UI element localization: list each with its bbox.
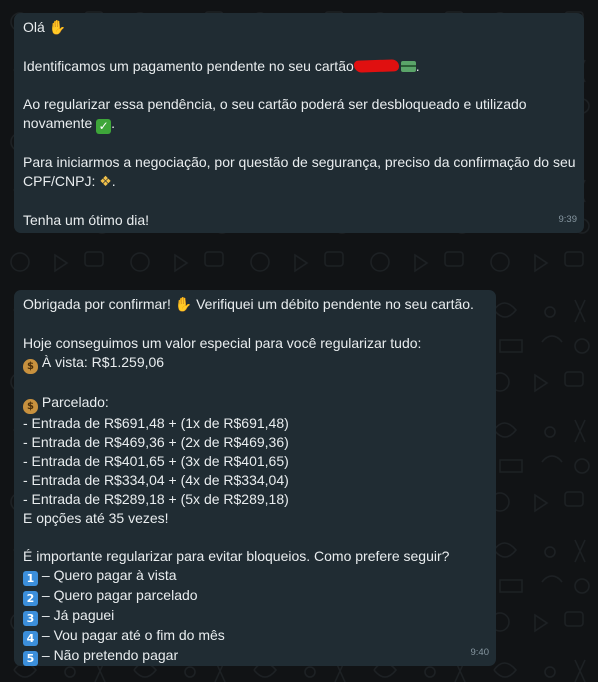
offer-text: Hoje conseguimos um valor especial para …: [23, 335, 422, 351]
thanks-text: Obrigada por confirmar!: [23, 296, 171, 312]
installment-item: - Entrada de R$401,65 + (3x de R$401,65): [23, 453, 289, 469]
negotiation-text: Para iniciarmos a negociação, por questã…: [23, 154, 576, 170]
message-line-negotiation-2: CPF/CNPJ: ❖.: [23, 172, 575, 192]
message-timestamp: 9:39: [558, 214, 578, 225]
closing-text: Tenha um ótimo dia!: [23, 212, 150, 228]
keycap-1-icon: 1: [23, 571, 38, 586]
message-timestamp: 9:40: [470, 647, 490, 658]
greeting-text: Olá: [23, 19, 45, 35]
option-item-5: 5 – Não pretendo pagar: [23, 646, 487, 666]
wave-icon: ✋: [48, 20, 67, 36]
check-mark-icon: ✓: [96, 119, 112, 134]
more-options-text: E opções até 35 vezes!: [23, 510, 169, 526]
regularize-text: Ao regularizar essa pendência, o seu car…: [23, 96, 527, 112]
question-text: É importante regularizar para evitar blo…: [23, 548, 450, 564]
cash-price-text: À vista: R$1.259,06: [41, 354, 165, 370]
praying-hands-icon: ✋: [174, 297, 193, 313]
installments-title: Parcelado:: [41, 394, 109, 410]
money-bag-icon: $: [23, 399, 38, 414]
message-line-greeting: Olá ✋: [23, 18, 575, 38]
money-bag-icon: $: [23, 359, 38, 374]
message-line-cash: $ À vista: R$1.259,06: [23, 353, 487, 374]
regularize-period: .: [111, 115, 116, 131]
option-item-3: 3 – Já paguei: [23, 606, 487, 626]
option-item-2: 2 – Quero pagar parcelado: [23, 586, 487, 606]
option-label: – Não pretendo pagar: [38, 647, 179, 663]
message-line-offer: Hoje conseguimos um valor especial para …: [23, 334, 487, 353]
option-label: – Quero pagar parcelado: [38, 587, 198, 603]
option-label: – Quero pagar à vista: [38, 567, 177, 583]
installment-item: - Entrada de R$691,48 + (1x de R$691,48): [23, 415, 289, 431]
option-item-4: 4 – Vou pagar até o fim do mês: [23, 626, 487, 646]
credit-card-icon: [400, 61, 416, 72]
message-bubble-incoming-2[interactable]: Obrigada por confirmar! ✋ Verifiquei um …: [14, 290, 496, 666]
message-line-pending: Identificamos um pagamento pendente no s…: [23, 57, 575, 76]
handshake-icon: ❖: [99, 174, 112, 190]
redaction-mark: [353, 59, 399, 73]
negotiation-text-2: CPF/CNPJ:: [23, 173, 96, 189]
option-label: – Vou pagar até o fim do mês: [38, 627, 225, 643]
message-line-negotiation: Para iniciarmos a negociação, por questã…: [23, 153, 576, 172]
installment-item: - Entrada de R$334,04 + (4x de R$334,04): [23, 472, 289, 488]
keycap-5-icon: 5: [23, 651, 38, 666]
keycap-2-icon: 2: [23, 591, 38, 606]
message-line-closing: Tenha um ótimo dia!: [23, 211, 575, 230]
message-line-thanks: Obrigada por confirmar! ✋ Verifiquei um …: [23, 295, 487, 315]
installment-item: - Entrada de R$469,36 + (2x de R$469,36): [23, 434, 289, 450]
message-line-installments-title: $ Parcelado:: [23, 393, 487, 414]
message-line-regularize: Ao regularizar essa pendência, o seu car…: [23, 95, 575, 114]
installment-item: - Entrada de R$289,18 + (5x de R$289,18): [23, 491, 289, 507]
keycap-4-icon: 4: [23, 631, 38, 646]
pending-text: Identificamos um pagamento pendente no s…: [23, 58, 354, 74]
option-item-1: 1 – Quero pagar à vista: [23, 566, 487, 586]
keycap-3-icon: 3: [23, 611, 38, 626]
pending-period: .: [415, 58, 420, 74]
option-label: – Já paguei: [38, 607, 115, 623]
negotiation-period: .: [111, 173, 116, 189]
message-line-regularize-2: novamente ✓.: [23, 114, 575, 134]
thanks-text-2: Verifiquei um débito pendente no seu car…: [196, 296, 474, 312]
message-bubble-incoming-1[interactable]: Olá ✋ Identificamos um pagamento pendent…: [14, 13, 584, 233]
regularize-text-2: novamente: [23, 115, 93, 131]
